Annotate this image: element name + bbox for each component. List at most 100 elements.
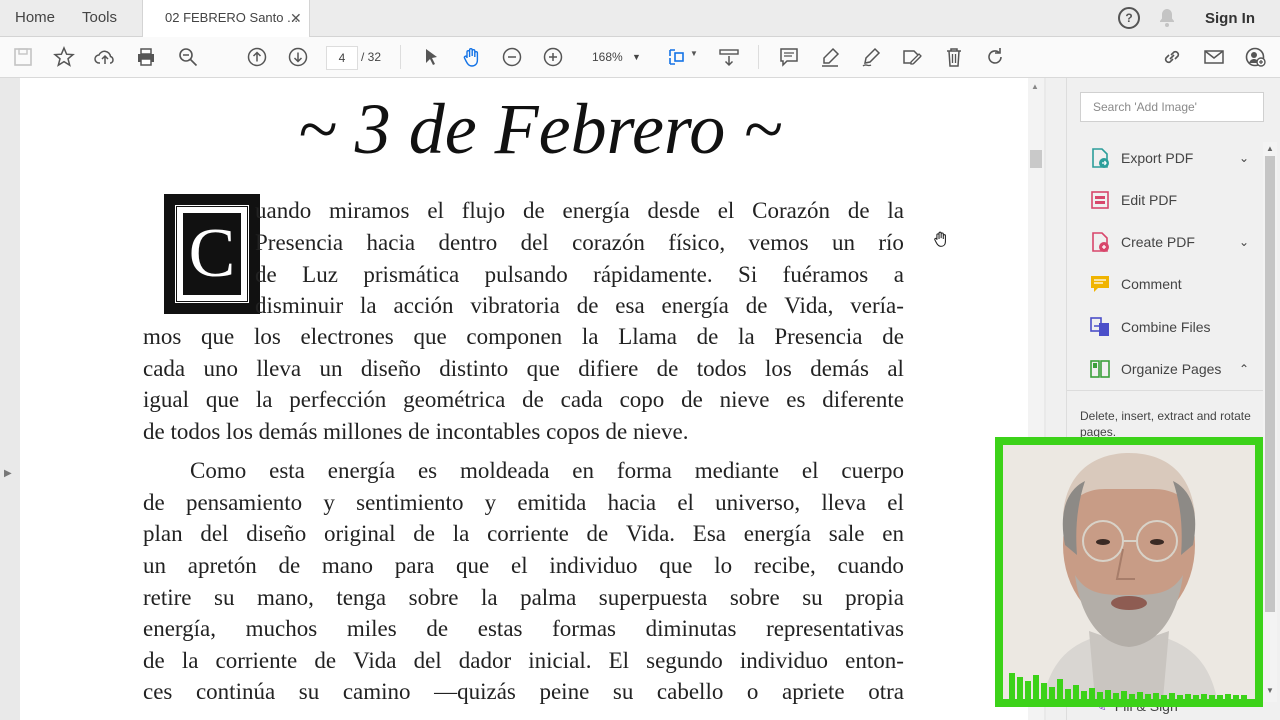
text-word: esa bbox=[615, 293, 645, 318]
text-word: y bbox=[484, 490, 497, 515]
text-word: el bbox=[511, 553, 528, 578]
zoom-level-value: 168% bbox=[592, 50, 623, 64]
scroll-down-icon[interactable]: ▼ bbox=[1266, 686, 1274, 695]
sign-pen-icon[interactable] bbox=[859, 45, 883, 69]
text-word: su bbox=[214, 585, 235, 610]
text-word: ces bbox=[143, 679, 173, 704]
notification-bell-icon[interactable] bbox=[1158, 8, 1176, 28]
text-word: hacia bbox=[366, 230, 416, 255]
text-word: para bbox=[394, 553, 435, 578]
zoom-search-icon[interactable] bbox=[176, 45, 200, 69]
text-word: la bbox=[181, 648, 199, 673]
left-panel-toggle-icon[interactable]: ▶ bbox=[4, 468, 12, 479]
text-word: el bbox=[717, 198, 735, 223]
organize-pages-tool[interactable]: Organize Pages ⌃ bbox=[1089, 355, 1249, 383]
text-word: en bbox=[572, 458, 595, 483]
delete-trash-icon[interactable] bbox=[942, 45, 966, 69]
text-word: el bbox=[427, 198, 444, 223]
zoom-level-dropdown[interactable]: 168% ▼ bbox=[584, 46, 644, 68]
document-viewer[interactable]: ▶ ~ 3 de Febrero ~ C uando miramos el flujo… bbox=[0, 78, 1057, 720]
text-word: del bbox=[413, 648, 442, 673]
text-word: la bbox=[887, 198, 904, 223]
share-link-icon[interactable] bbox=[1160, 45, 1184, 69]
export-pdf-tool[interactable]: Export PDF ⌄ bbox=[1089, 144, 1249, 172]
highlight-pen-icon[interactable] bbox=[818, 45, 842, 69]
organize-pages-label: Organize Pages bbox=[1121, 361, 1222, 377]
previous-page-icon[interactable] bbox=[245, 45, 269, 69]
comment-icon[interactable] bbox=[777, 45, 801, 69]
edit-pdf-icon bbox=[1091, 191, 1109, 209]
text-word: sobre bbox=[408, 585, 459, 610]
comment-label: Comment bbox=[1121, 276, 1182, 292]
create-pdf-tool[interactable]: Create PDF ⌄ bbox=[1089, 228, 1249, 256]
upload-cloud-icon[interactable] bbox=[93, 45, 117, 69]
tools-tab[interactable]: Tools bbox=[82, 0, 117, 36]
zoom-out-icon[interactable] bbox=[500, 45, 524, 69]
text-word: geométrica bbox=[403, 387, 506, 412]
combine-files-label: Combine Files bbox=[1121, 319, 1211, 335]
close-tab-icon[interactable]: ✕ bbox=[290, 0, 302, 36]
tools-search-input[interactable]: Search 'Add Image' bbox=[1080, 92, 1264, 122]
text-word: desde bbox=[647, 198, 700, 223]
text-word: individuo bbox=[739, 648, 829, 673]
text-word: diferente bbox=[822, 387, 904, 412]
text-word: energía bbox=[743, 521, 812, 546]
scroll-up-icon[interactable]: ▲ bbox=[1266, 144, 1274, 153]
tools-divider bbox=[1067, 390, 1263, 391]
bookmark-star-icon[interactable] bbox=[52, 45, 76, 69]
text-word: Presencia bbox=[774, 324, 863, 349]
hand-tool-icon[interactable] bbox=[460, 45, 484, 69]
hand-cursor-icon bbox=[932, 230, 950, 253]
text-word: físico, bbox=[668, 230, 726, 255]
chevron-up-icon[interactable]: ⌃ bbox=[1239, 362, 1249, 376]
text-word: todos bbox=[696, 356, 747, 381]
text-word: de bbox=[522, 387, 544, 412]
page-view-icon[interactable]: ▼ bbox=[666, 45, 698, 69]
text-word: propia bbox=[845, 585, 904, 610]
text-word: de bbox=[847, 198, 870, 223]
text-word: Llama bbox=[618, 324, 677, 349]
text-word: difiere bbox=[578, 356, 639, 381]
text-word: sobre bbox=[729, 585, 780, 610]
save-icon[interactable] bbox=[11, 45, 35, 69]
rotate-icon[interactable] bbox=[983, 45, 1007, 69]
scroll-mode-icon[interactable] bbox=[717, 45, 741, 69]
help-icon[interactable]: ? bbox=[1118, 7, 1140, 29]
text-word: cada bbox=[143, 356, 186, 381]
print-icon[interactable] bbox=[134, 45, 158, 69]
page-number-input[interactable]: 4 bbox=[326, 46, 358, 70]
text-word: es bbox=[786, 387, 806, 412]
text-word: flujo bbox=[461, 198, 506, 223]
document-tab[interactable]: 02 FEBRERO Santo ... ✕ bbox=[142, 0, 310, 37]
text-word: de bbox=[576, 293, 599, 318]
comment-tool[interactable]: Comment bbox=[1089, 270, 1249, 298]
add-user-icon[interactable] bbox=[1243, 45, 1267, 69]
sign-in-link[interactable]: Sign In bbox=[1205, 0, 1255, 36]
text-word: prismática bbox=[363, 262, 460, 287]
text-line: un apretón de mano para que el individuo que lo re… bbox=[143, 553, 904, 579]
edit-tag-icon[interactable] bbox=[900, 45, 924, 69]
next-page-icon[interactable] bbox=[286, 45, 310, 69]
text-word: los bbox=[764, 356, 792, 381]
text-word: Si bbox=[738, 262, 758, 287]
select-cursor-icon[interactable] bbox=[419, 45, 443, 69]
edit-pdf-label: Edit PDF bbox=[1121, 192, 1178, 208]
text-word: el bbox=[677, 490, 694, 515]
text-word: energía bbox=[562, 198, 630, 223]
text-word: energía bbox=[327, 458, 396, 483]
tools-scrollbar[interactable]: ▲ ▼ bbox=[1263, 142, 1277, 702]
zoom-in-icon[interactable] bbox=[541, 45, 565, 69]
chevron-down-icon[interactable]: ⌄ bbox=[1239, 235, 1249, 249]
email-icon[interactable] bbox=[1202, 45, 1226, 69]
viewer-scroll-thumb[interactable] bbox=[1030, 150, 1042, 168]
text-word: apretón bbox=[187, 553, 257, 578]
chevron-down-icon[interactable]: ⌄ bbox=[1239, 151, 1249, 165]
home-tab[interactable]: Home bbox=[15, 0, 55, 36]
text-word: la bbox=[255, 387, 273, 412]
edit-pdf-tool[interactable]: Edit PDF bbox=[1089, 186, 1249, 214]
tools-scroll-thumb[interactable] bbox=[1265, 156, 1275, 612]
combine-files-tool[interactable]: Combine Files bbox=[1089, 313, 1249, 341]
scroll-up-icon[interactable]: ▲ bbox=[1031, 82, 1039, 91]
text-word: demás bbox=[810, 356, 869, 381]
text-line: Como esta energía es moldeada en forma mediante… bbox=[190, 458, 904, 484]
